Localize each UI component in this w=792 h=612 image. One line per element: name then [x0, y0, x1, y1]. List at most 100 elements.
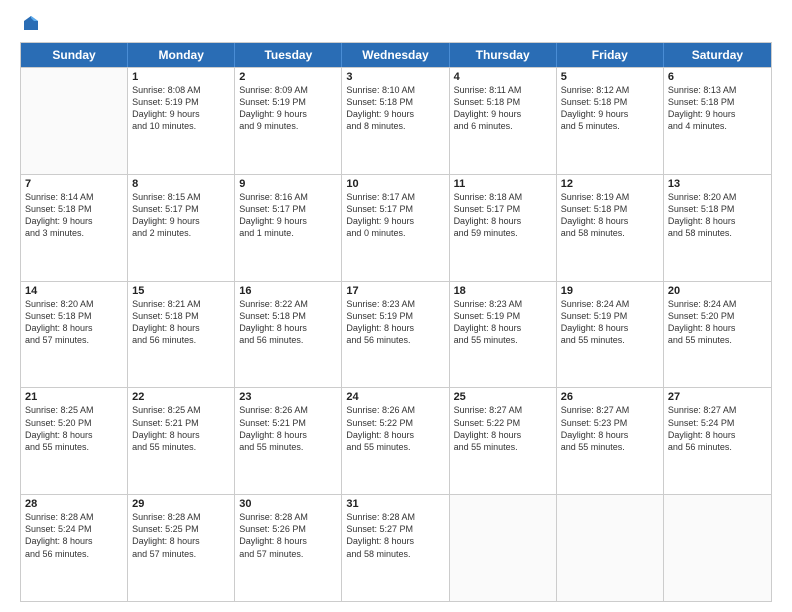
empty-cell: [664, 495, 771, 601]
day-cell-7: 7Sunrise: 8:14 AM Sunset: 5:18 PM Daylig…: [21, 175, 128, 281]
week-row-1: 1Sunrise: 8:08 AM Sunset: 5:19 PM Daylig…: [21, 67, 771, 174]
day-number: 25: [454, 391, 552, 403]
header-day-wednesday: Wednesday: [342, 43, 449, 67]
day-info: Sunrise: 8:27 AM Sunset: 5:23 PM Dayligh…: [561, 404, 659, 453]
day-info: Sunrise: 8:20 AM Sunset: 5:18 PM Dayligh…: [25, 298, 123, 347]
day-info: Sunrise: 8:11 AM Sunset: 5:18 PM Dayligh…: [454, 84, 552, 133]
day-cell-30: 30Sunrise: 8:28 AM Sunset: 5:26 PM Dayli…: [235, 495, 342, 601]
week-row-5: 28Sunrise: 8:28 AM Sunset: 5:24 PM Dayli…: [21, 494, 771, 601]
day-cell-29: 29Sunrise: 8:28 AM Sunset: 5:25 PM Dayli…: [128, 495, 235, 601]
day-cell-4: 4Sunrise: 8:11 AM Sunset: 5:18 PM Daylig…: [450, 68, 557, 174]
day-info: Sunrise: 8:18 AM Sunset: 5:17 PM Dayligh…: [454, 191, 552, 240]
day-cell-16: 16Sunrise: 8:22 AM Sunset: 5:18 PM Dayli…: [235, 282, 342, 388]
day-number: 13: [668, 178, 767, 190]
header: [20, 16, 772, 32]
empty-cell: [21, 68, 128, 174]
day-cell-21: 21Sunrise: 8:25 AM Sunset: 5:20 PM Dayli…: [21, 388, 128, 494]
day-cell-19: 19Sunrise: 8:24 AM Sunset: 5:19 PM Dayli…: [557, 282, 664, 388]
day-cell-1: 1Sunrise: 8:08 AM Sunset: 5:19 PM Daylig…: [128, 68, 235, 174]
day-number: 29: [132, 498, 230, 510]
day-info: Sunrise: 8:24 AM Sunset: 5:20 PM Dayligh…: [668, 298, 767, 347]
calendar-header: SundayMondayTuesdayWednesdayThursdayFrid…: [21, 43, 771, 67]
day-number: 8: [132, 178, 230, 190]
logo: [20, 16, 40, 32]
day-cell-6: 6Sunrise: 8:13 AM Sunset: 5:18 PM Daylig…: [664, 68, 771, 174]
day-cell-2: 2Sunrise: 8:09 AM Sunset: 5:19 PM Daylig…: [235, 68, 342, 174]
header-day-monday: Monday: [128, 43, 235, 67]
day-number: 11: [454, 178, 552, 190]
week-row-4: 21Sunrise: 8:25 AM Sunset: 5:20 PM Dayli…: [21, 387, 771, 494]
week-row-3: 14Sunrise: 8:20 AM Sunset: 5:18 PM Dayli…: [21, 281, 771, 388]
day-number: 22: [132, 391, 230, 403]
empty-cell: [557, 495, 664, 601]
day-info: Sunrise: 8:23 AM Sunset: 5:19 PM Dayligh…: [454, 298, 552, 347]
day-number: 17: [346, 285, 444, 297]
day-cell-8: 8Sunrise: 8:15 AM Sunset: 5:17 PM Daylig…: [128, 175, 235, 281]
day-cell-23: 23Sunrise: 8:26 AM Sunset: 5:21 PM Dayli…: [235, 388, 342, 494]
day-number: 1: [132, 71, 230, 83]
day-cell-15: 15Sunrise: 8:21 AM Sunset: 5:18 PM Dayli…: [128, 282, 235, 388]
day-cell-3: 3Sunrise: 8:10 AM Sunset: 5:18 PM Daylig…: [342, 68, 449, 174]
day-number: 2: [239, 71, 337, 83]
day-number: 31: [346, 498, 444, 510]
day-cell-9: 9Sunrise: 8:16 AM Sunset: 5:17 PM Daylig…: [235, 175, 342, 281]
day-cell-20: 20Sunrise: 8:24 AM Sunset: 5:20 PM Dayli…: [664, 282, 771, 388]
day-number: 24: [346, 391, 444, 403]
day-info: Sunrise: 8:15 AM Sunset: 5:17 PM Dayligh…: [132, 191, 230, 240]
calendar: SundayMondayTuesdayWednesdayThursdayFrid…: [20, 42, 772, 602]
day-info: Sunrise: 8:28 AM Sunset: 5:24 PM Dayligh…: [25, 511, 123, 560]
day-number: 26: [561, 391, 659, 403]
day-info: Sunrise: 8:22 AM Sunset: 5:18 PM Dayligh…: [239, 298, 337, 347]
day-info: Sunrise: 8:16 AM Sunset: 5:17 PM Dayligh…: [239, 191, 337, 240]
day-number: 27: [668, 391, 767, 403]
day-info: Sunrise: 8:12 AM Sunset: 5:18 PM Dayligh…: [561, 84, 659, 133]
day-number: 28: [25, 498, 123, 510]
day-info: Sunrise: 8:28 AM Sunset: 5:25 PM Dayligh…: [132, 511, 230, 560]
day-cell-31: 31Sunrise: 8:28 AM Sunset: 5:27 PM Dayli…: [342, 495, 449, 601]
day-info: Sunrise: 8:26 AM Sunset: 5:21 PM Dayligh…: [239, 404, 337, 453]
empty-cell: [450, 495, 557, 601]
day-info: Sunrise: 8:14 AM Sunset: 5:18 PM Dayligh…: [25, 191, 123, 240]
header-day-saturday: Saturday: [664, 43, 771, 67]
day-number: 3: [346, 71, 444, 83]
day-info: Sunrise: 8:09 AM Sunset: 5:19 PM Dayligh…: [239, 84, 337, 133]
day-cell-10: 10Sunrise: 8:17 AM Sunset: 5:17 PM Dayli…: [342, 175, 449, 281]
calendar-body: 1Sunrise: 8:08 AM Sunset: 5:19 PM Daylig…: [21, 67, 771, 601]
day-cell-12: 12Sunrise: 8:19 AM Sunset: 5:18 PM Dayli…: [557, 175, 664, 281]
day-cell-5: 5Sunrise: 8:12 AM Sunset: 5:18 PM Daylig…: [557, 68, 664, 174]
day-cell-24: 24Sunrise: 8:26 AM Sunset: 5:22 PM Dayli…: [342, 388, 449, 494]
day-number: 21: [25, 391, 123, 403]
day-number: 14: [25, 285, 123, 297]
day-number: 6: [668, 71, 767, 83]
day-info: Sunrise: 8:10 AM Sunset: 5:18 PM Dayligh…: [346, 84, 444, 133]
header-day-sunday: Sunday: [21, 43, 128, 67]
day-number: 19: [561, 285, 659, 297]
day-cell-13: 13Sunrise: 8:20 AM Sunset: 5:18 PM Dayli…: [664, 175, 771, 281]
week-row-2: 7Sunrise: 8:14 AM Sunset: 5:18 PM Daylig…: [21, 174, 771, 281]
day-number: 16: [239, 285, 337, 297]
day-info: Sunrise: 8:21 AM Sunset: 5:18 PM Dayligh…: [132, 298, 230, 347]
day-info: Sunrise: 8:28 AM Sunset: 5:26 PM Dayligh…: [239, 511, 337, 560]
logo-icon: [22, 14, 40, 32]
day-cell-11: 11Sunrise: 8:18 AM Sunset: 5:17 PM Dayli…: [450, 175, 557, 281]
day-info: Sunrise: 8:25 AM Sunset: 5:20 PM Dayligh…: [25, 404, 123, 453]
day-number: 9: [239, 178, 337, 190]
day-info: Sunrise: 8:19 AM Sunset: 5:18 PM Dayligh…: [561, 191, 659, 240]
day-info: Sunrise: 8:13 AM Sunset: 5:18 PM Dayligh…: [668, 84, 767, 133]
day-info: Sunrise: 8:17 AM Sunset: 5:17 PM Dayligh…: [346, 191, 444, 240]
day-number: 7: [25, 178, 123, 190]
day-number: 4: [454, 71, 552, 83]
day-number: 12: [561, 178, 659, 190]
day-info: Sunrise: 8:08 AM Sunset: 5:19 PM Dayligh…: [132, 84, 230, 133]
header-day-thursday: Thursday: [450, 43, 557, 67]
page: SundayMondayTuesdayWednesdayThursdayFrid…: [0, 0, 792, 612]
day-cell-17: 17Sunrise: 8:23 AM Sunset: 5:19 PM Dayli…: [342, 282, 449, 388]
day-number: 23: [239, 391, 337, 403]
day-cell-27: 27Sunrise: 8:27 AM Sunset: 5:24 PM Dayli…: [664, 388, 771, 494]
header-day-tuesday: Tuesday: [235, 43, 342, 67]
day-number: 5: [561, 71, 659, 83]
day-number: 15: [132, 285, 230, 297]
day-number: 30: [239, 498, 337, 510]
day-number: 18: [454, 285, 552, 297]
day-info: Sunrise: 8:20 AM Sunset: 5:18 PM Dayligh…: [668, 191, 767, 240]
